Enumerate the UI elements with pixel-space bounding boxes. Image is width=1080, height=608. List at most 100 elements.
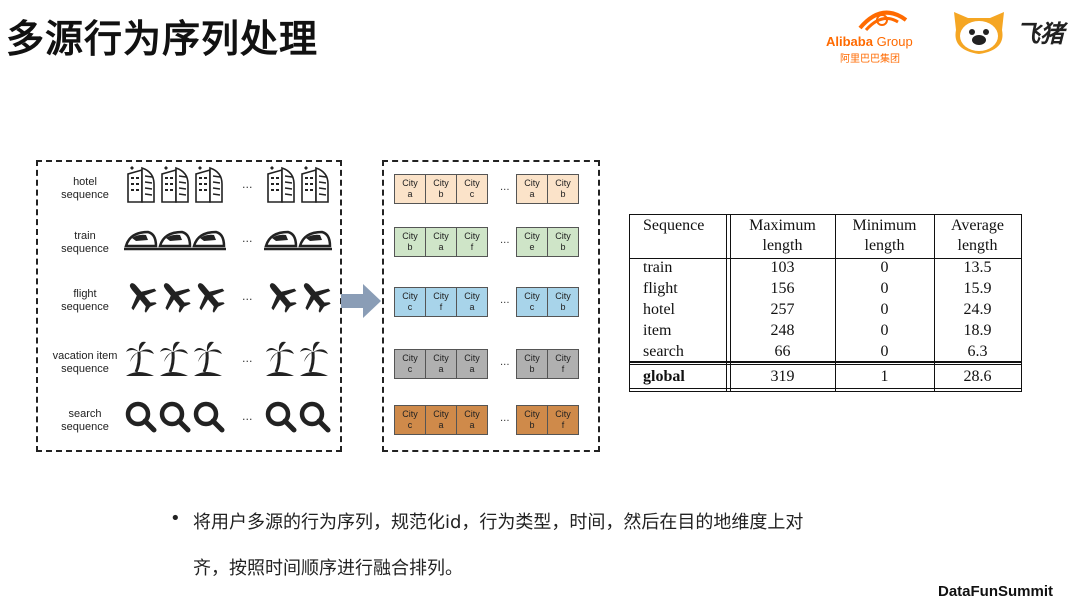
table-cell: 248 [770, 322, 795, 339]
alibaba-smile-icon [858, 10, 908, 32]
magnifier-icon [124, 396, 158, 436]
city-cell: City a [425, 227, 457, 257]
sequence-label-flight: flight sequence [61, 288, 109, 313]
aligned-ellipsis: ... [500, 413, 510, 424]
table-cell: 103 [770, 259, 795, 276]
sequence-ellipsis: ... [242, 410, 253, 423]
body-text-line1: 将用户多源的行为序列，规范化id，行为类型，时间，然后在目的地维度上对 [193, 512, 804, 533]
city-cell-group: City b City f [516, 405, 579, 435]
city-cell-group: City c City a City a [394, 349, 488, 379]
magnifier-icon [298, 396, 332, 436]
airplane-icon [158, 276, 192, 316]
arrow-right-icon [341, 284, 381, 318]
city-cell: City b [425, 174, 457, 204]
train-icon [158, 218, 192, 258]
alibaba-wordmark: Alibaba Group [826, 34, 913, 49]
city-cell: City a [456, 405, 488, 435]
sequence-ellipsis: ... [242, 290, 253, 303]
aligned-ellipsis: ... [500, 235, 510, 246]
airplane-icon [264, 276, 298, 316]
table-cell: 0 [880, 301, 889, 318]
city-cell-group: City e City b [516, 227, 579, 257]
city-cell: City f [425, 287, 457, 317]
city-cell: City a [516, 174, 548, 204]
airplane-icon [298, 276, 332, 316]
table-row-label: item [643, 322, 672, 339]
palm-tree-icon [264, 338, 298, 378]
table-cell: 0 [880, 259, 889, 276]
table-cell: 0 [880, 280, 889, 297]
table-header-max: Maximum length [749, 217, 816, 254]
table-row-label: search [643, 343, 684, 360]
palm-tree-icon [158, 338, 192, 378]
table-header-avg: Average length [951, 217, 1004, 254]
city-cell: City f [547, 349, 579, 379]
train-icon [192, 218, 226, 258]
table-global-avg: 28.6 [963, 368, 992, 385]
city-cell: City b [516, 349, 548, 379]
sequence-length-table: Sequence Maximum length Minimum length Ave… [629, 214, 1022, 392]
table-header-sequence: Sequence [643, 217, 705, 234]
city-cell-group: City a City b [516, 174, 579, 204]
table-global-label: global [643, 368, 685, 385]
magnifier-icon [192, 396, 226, 436]
hotel-building-icon [158, 164, 192, 204]
train-icon [124, 218, 158, 258]
city-cell-group: City c City a City a [394, 405, 488, 435]
footer-brand: DataFunSummit [938, 583, 1054, 600]
fliggy-pig-icon [954, 12, 1004, 54]
city-cell: City a [425, 405, 457, 435]
table-cell: 15.9 [963, 280, 992, 297]
hotel-building-icon [264, 164, 298, 204]
sequence-label-train: train sequence [61, 230, 109, 255]
city-cell: City c [394, 287, 426, 317]
city-cell: City e [516, 227, 548, 257]
train-icon [264, 218, 298, 258]
city-cell: City a [456, 287, 488, 317]
sequence-ellipsis: ... [242, 352, 253, 365]
table-cell: 13.5 [963, 259, 992, 276]
table-header-min: Minimum length [852, 217, 917, 254]
page-title: 多源行为序列处理 [6, 17, 319, 61]
city-cell: City c [394, 349, 426, 379]
hotel-building-icon [298, 164, 332, 204]
sequence-label-hotel: hotel sequence [61, 176, 109, 201]
city-cell: City b [547, 227, 579, 257]
city-cell-group: City b City f [516, 349, 579, 379]
city-cell: City a [425, 349, 457, 379]
table-global-max: 319 [770, 368, 795, 385]
sequence-ellipsis: ... [242, 178, 253, 191]
table-cell: 24.9 [963, 301, 992, 318]
aligned-ellipsis: ... [500, 182, 510, 193]
alibaba-cn-name: 阿里巴巴集团 [840, 54, 900, 65]
city-cell: City b [394, 227, 426, 257]
aligned-ellipsis: ... [500, 295, 510, 306]
fliggy-wordmark: 飞猪 [1016, 20, 1064, 48]
magnifier-icon [158, 396, 192, 436]
city-cell: City a [394, 174, 426, 204]
table-cell: 18.9 [963, 322, 992, 339]
hotel-building-icon [192, 164, 226, 204]
bullet-point: • [170, 508, 181, 529]
city-cell-group: City c City f City a [394, 287, 488, 317]
table-cell: 0 [880, 343, 889, 360]
city-cell: City c [394, 405, 426, 435]
city-cell-group: City a City b City c [394, 174, 488, 204]
city-cell: City b [547, 174, 579, 204]
table-cell: 0 [880, 322, 889, 339]
magnifier-icon [264, 396, 298, 436]
table-cell: 257 [770, 301, 795, 318]
aligned-ellipsis: ... [500, 357, 510, 368]
hotel-building-icon [124, 164, 158, 204]
table-cell: 156 [770, 280, 795, 297]
palm-tree-icon [298, 338, 332, 378]
table-row-label: train [643, 259, 673, 276]
city-cell: City f [547, 405, 579, 435]
palm-tree-icon [192, 338, 226, 378]
alibaba-logo: Alibaba Group 阿里巴巴集团 [826, 8, 932, 65]
city-cell: City b [516, 405, 548, 435]
table-cell: 6.3 [967, 343, 988, 360]
sequence-label-search: search sequence [61, 408, 109, 433]
airplane-icon [124, 276, 158, 316]
sequence-ellipsis: ... [242, 232, 253, 245]
